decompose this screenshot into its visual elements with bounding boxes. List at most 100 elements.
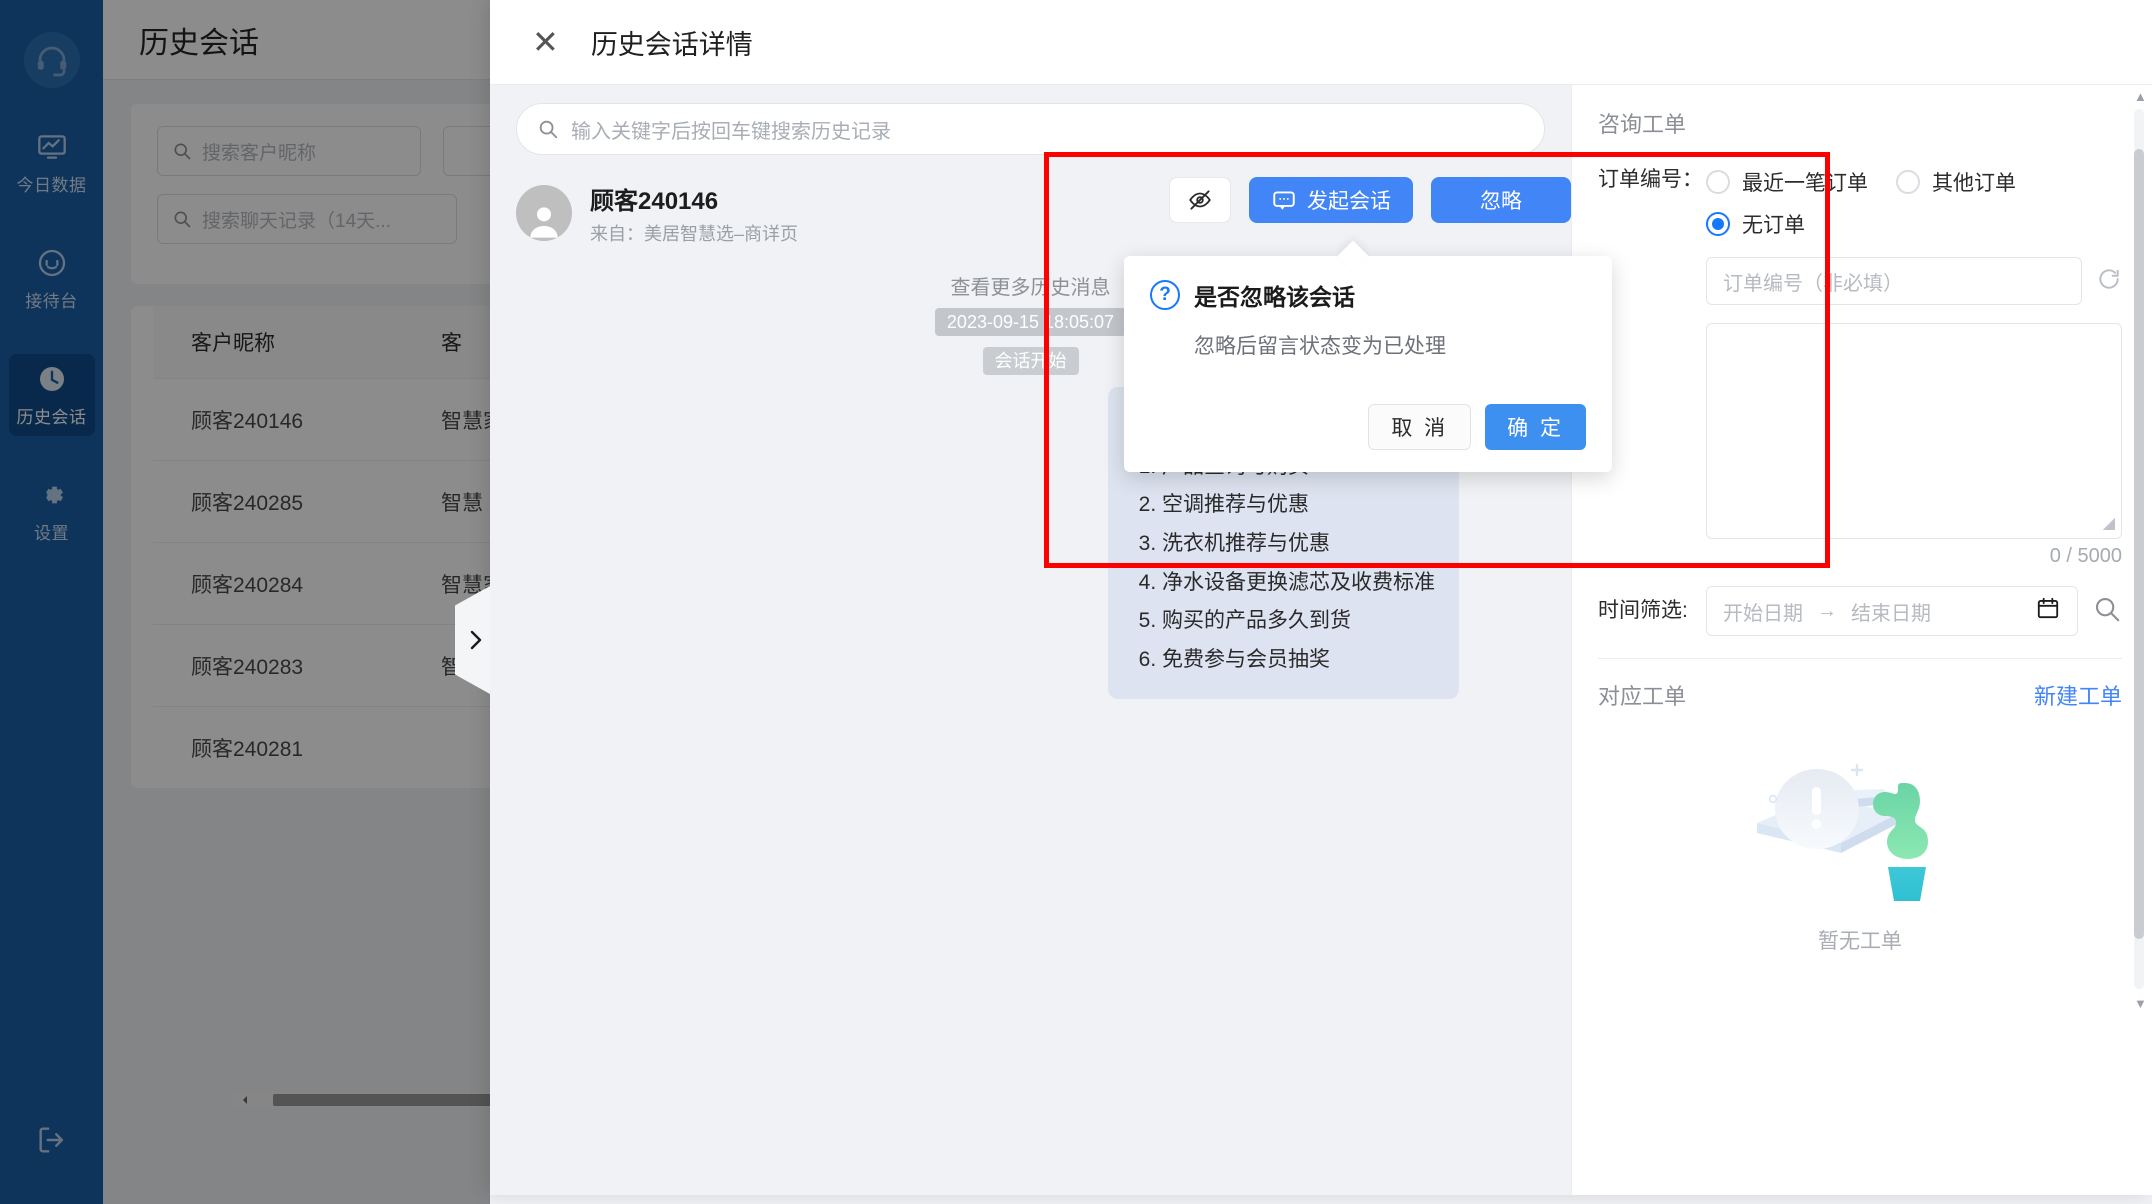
chat-system-text: 会话开始 bbox=[982, 347, 1079, 375]
ignore-button[interactable]: 忽略 bbox=[1431, 177, 1571, 223]
sidebar-item-label: 今日数据 bbox=[16, 176, 87, 195]
chat-search-placeholder: 输入关键字后按回车键搜索历史记录 bbox=[571, 120, 891, 143]
sidebar-item-label: 设置 bbox=[34, 524, 69, 543]
date-end-placeholder: 结束日期 bbox=[1851, 602, 1931, 625]
app-root: 今日数据 接待台 历史会话 设置 历史会话 搜索客户昵称 搜索聊天记录（14天.… bbox=[0, 0, 2152, 1204]
history-detail-drawer: ✕ 历史会话详情 输入关键字后按回车键搜索历史记录 顾客240146 来自：美居… bbox=[455, 0, 2152, 1195]
search-icon bbox=[539, 120, 558, 139]
customer-name: 顾客240146 bbox=[590, 187, 719, 215]
empty-state: 暂无工单 bbox=[1598, 751, 2122, 955]
sidebar-item-label: 历史会话 bbox=[16, 408, 87, 427]
sidebar-item-label: 接待台 bbox=[25, 292, 78, 311]
order-number-input[interactable]: 订单编号（非必填） bbox=[1706, 257, 2082, 305]
popover-buttons: 取 消 确 定 bbox=[1368, 404, 1586, 450]
chart-monitor-icon bbox=[35, 130, 69, 164]
customer-meta: 顾客240146 来自：美居智慧选–商详页 bbox=[590, 181, 798, 246]
order-input-row: 订单编号（非必填） bbox=[1598, 257, 2122, 305]
search-nickname-placeholder: 搜索客户昵称 bbox=[202, 142, 317, 164]
sidebar-item-reception[interactable]: 接待台 bbox=[9, 238, 95, 320]
chat-bubble-icon bbox=[1273, 191, 1295, 210]
list-item: 洗衣机推荐与优惠 bbox=[1162, 525, 1435, 564]
gear-icon bbox=[35, 478, 69, 512]
date-range-picker[interactable]: 开始日期 → 结束日期 bbox=[1706, 586, 2078, 636]
cell-nickname: 顾客240283 bbox=[191, 655, 304, 679]
chevron-right-icon bbox=[470, 630, 481, 650]
date-start-placeholder: 开始日期 bbox=[1723, 602, 1803, 625]
radio-label: 其他订单 bbox=[1932, 172, 2016, 195]
user-avatar-icon bbox=[516, 185, 572, 241]
hide-toggle-button[interactable] bbox=[1169, 177, 1231, 223]
date-range-separator: → bbox=[1817, 599, 1837, 622]
refresh-icon[interactable] bbox=[2096, 266, 2122, 297]
drawer-header: ✕ 历史会话详情 bbox=[490, 0, 2152, 85]
close-icon[interactable]: ✕ bbox=[532, 26, 559, 58]
search-chat-input[interactable]: 搜索聊天记录（14天... bbox=[157, 194, 457, 244]
clock-icon bbox=[35, 362, 69, 396]
panel-vertical-scrollbar[interactable]: ▲ ▼ bbox=[2134, 89, 2147, 1011]
chat-column: 输入关键字后按回车键搜索历史记录 顾客240146 来自：美居智慧选–商详页 发… bbox=[455, 85, 1571, 1195]
order-type-radio-group: 最近一笔订单 其他订单 无订单 bbox=[1706, 165, 2122, 239]
scroll-down-icon[interactable]: ▼ bbox=[2134, 996, 2147, 1011]
page-title: 历史会话 bbox=[139, 26, 259, 60]
radio-dot bbox=[1706, 170, 1730, 194]
confirm-button[interactable]: 确 定 bbox=[1485, 404, 1586, 450]
start-chat-button[interactable]: 发起会话 bbox=[1249, 177, 1413, 223]
chat-search-input[interactable]: 输入关键字后按回车键搜索历史记录 bbox=[516, 103, 1545, 155]
search-icon bbox=[174, 143, 191, 160]
calendar-icon[interactable] bbox=[2035, 595, 2061, 627]
chat-date-text: 2023-09-15 18:05:07 bbox=[934, 308, 1127, 336]
remark-textarea[interactable]: ◢ bbox=[1706, 323, 2122, 539]
radio-no-order[interactable]: 无订单 bbox=[1706, 209, 2122, 239]
radio-dot-selected bbox=[1706, 212, 1730, 236]
radio-dot bbox=[1896, 170, 1920, 194]
time-filter-row: 时间筛选: 开始日期 → 结束日期 bbox=[1598, 586, 2122, 636]
empty-box-icon bbox=[1757, 763, 1928, 901]
radio-recent-order[interactable]: 最近一笔订单 bbox=[1706, 167, 1868, 197]
cell-nickname: 顾客240146 bbox=[191, 409, 304, 433]
logout-icon[interactable] bbox=[35, 1123, 69, 1162]
cancel-button[interactable]: 取 消 bbox=[1368, 404, 1472, 450]
search-nickname-input[interactable]: 搜索客户昵称 bbox=[157, 126, 421, 176]
list-item: 购买的产品多久到货 bbox=[1162, 602, 1435, 641]
drawer-body: 输入关键字后按回车键搜索历史记录 顾客240146 来自：美居智慧选–商详页 发… bbox=[455, 85, 2152, 1195]
new-work-order-link[interactable]: 新建工单 bbox=[2034, 679, 2122, 711]
scroll-up-icon[interactable]: ▲ bbox=[2134, 89, 2147, 104]
radio-label: 最近一笔订单 bbox=[1742, 172, 1868, 195]
message-list: 产品查询与购买 空调推荐与优惠 洗衣机推荐与优惠 净水设备更换滤芯及收费标准 购… bbox=[1162, 448, 1435, 680]
empty-state-text: 暂无工单 bbox=[1818, 930, 1902, 953]
resize-grip-icon[interactable]: ◢ bbox=[2103, 513, 2115, 533]
drawer-title: 历史会话详情 bbox=[590, 29, 753, 60]
list-item: 净水设备更换滤芯及收费标准 bbox=[1162, 564, 1435, 603]
search-icon bbox=[174, 211, 191, 228]
ignore-label: 忽略 bbox=[1480, 190, 1522, 213]
scrollbar-thumb[interactable] bbox=[2134, 149, 2144, 939]
headset-icon bbox=[35, 246, 69, 280]
radio-label: 无订单 bbox=[1742, 214, 1805, 237]
customer-bar: 顾客240146 来自：美居智慧选–商详页 发起会话 忽略 bbox=[490, 169, 1571, 257]
chat-search-wrapper: 输入关键字后按回车键搜索历史记录 bbox=[490, 85, 1571, 169]
scroll-left-icon[interactable] bbox=[239, 1094, 251, 1106]
order-number-row: 订单编号： 最近一笔订单 其他订单 无订单 bbox=[1598, 165, 2122, 239]
sidebar: 今日数据 接待台 历史会话 设置 bbox=[0, 0, 103, 1204]
radio-other-order[interactable]: 其他订单 bbox=[1896, 167, 2016, 197]
popover-header: ? 是否忽略该会话 bbox=[1150, 278, 1586, 312]
consult-work-order-panel: 咨询工单 订单编号： 最近一笔订单 其他订单 无订单 订单编号（非必填） ◢ 0… bbox=[1571, 85, 2152, 1195]
cell-nickname: 顾客240281 bbox=[191, 737, 304, 761]
order-number-label: 订单编号： bbox=[1598, 168, 1703, 191]
sidebar-item-settings[interactable]: 设置 bbox=[9, 470, 95, 552]
time-filter-label: 时间筛选: bbox=[1598, 598, 1688, 622]
headset-icon bbox=[23, 32, 80, 88]
remark-row: ◢ 0 / 5000 bbox=[1598, 323, 2122, 568]
list-item: 免费参与会员抽奖 bbox=[1162, 641, 1435, 680]
ignore-confirm-popover: ? 是否忽略该会话 忽略后留言状态变为已处理 取 消 确 定 bbox=[1124, 256, 1612, 472]
search-icon[interactable] bbox=[2092, 594, 2122, 629]
popover-title: 是否忽略该会话 bbox=[1194, 284, 1355, 310]
cell-nickname: 顾客240284 bbox=[191, 573, 304, 597]
sidebar-item-history[interactable]: 历史会话 bbox=[8, 354, 95, 436]
question-circle-icon: ? bbox=[1150, 280, 1180, 310]
order-number-placeholder: 订单编号（非必填） bbox=[1723, 272, 1903, 295]
section-divider bbox=[1598, 658, 2122, 659]
search-chat-placeholder: 搜索聊天记录（14天... bbox=[202, 210, 391, 232]
sidebar-item-today-data[interactable]: 今日数据 bbox=[9, 122, 95, 204]
start-chat-label: 发起会话 bbox=[1307, 190, 1391, 213]
